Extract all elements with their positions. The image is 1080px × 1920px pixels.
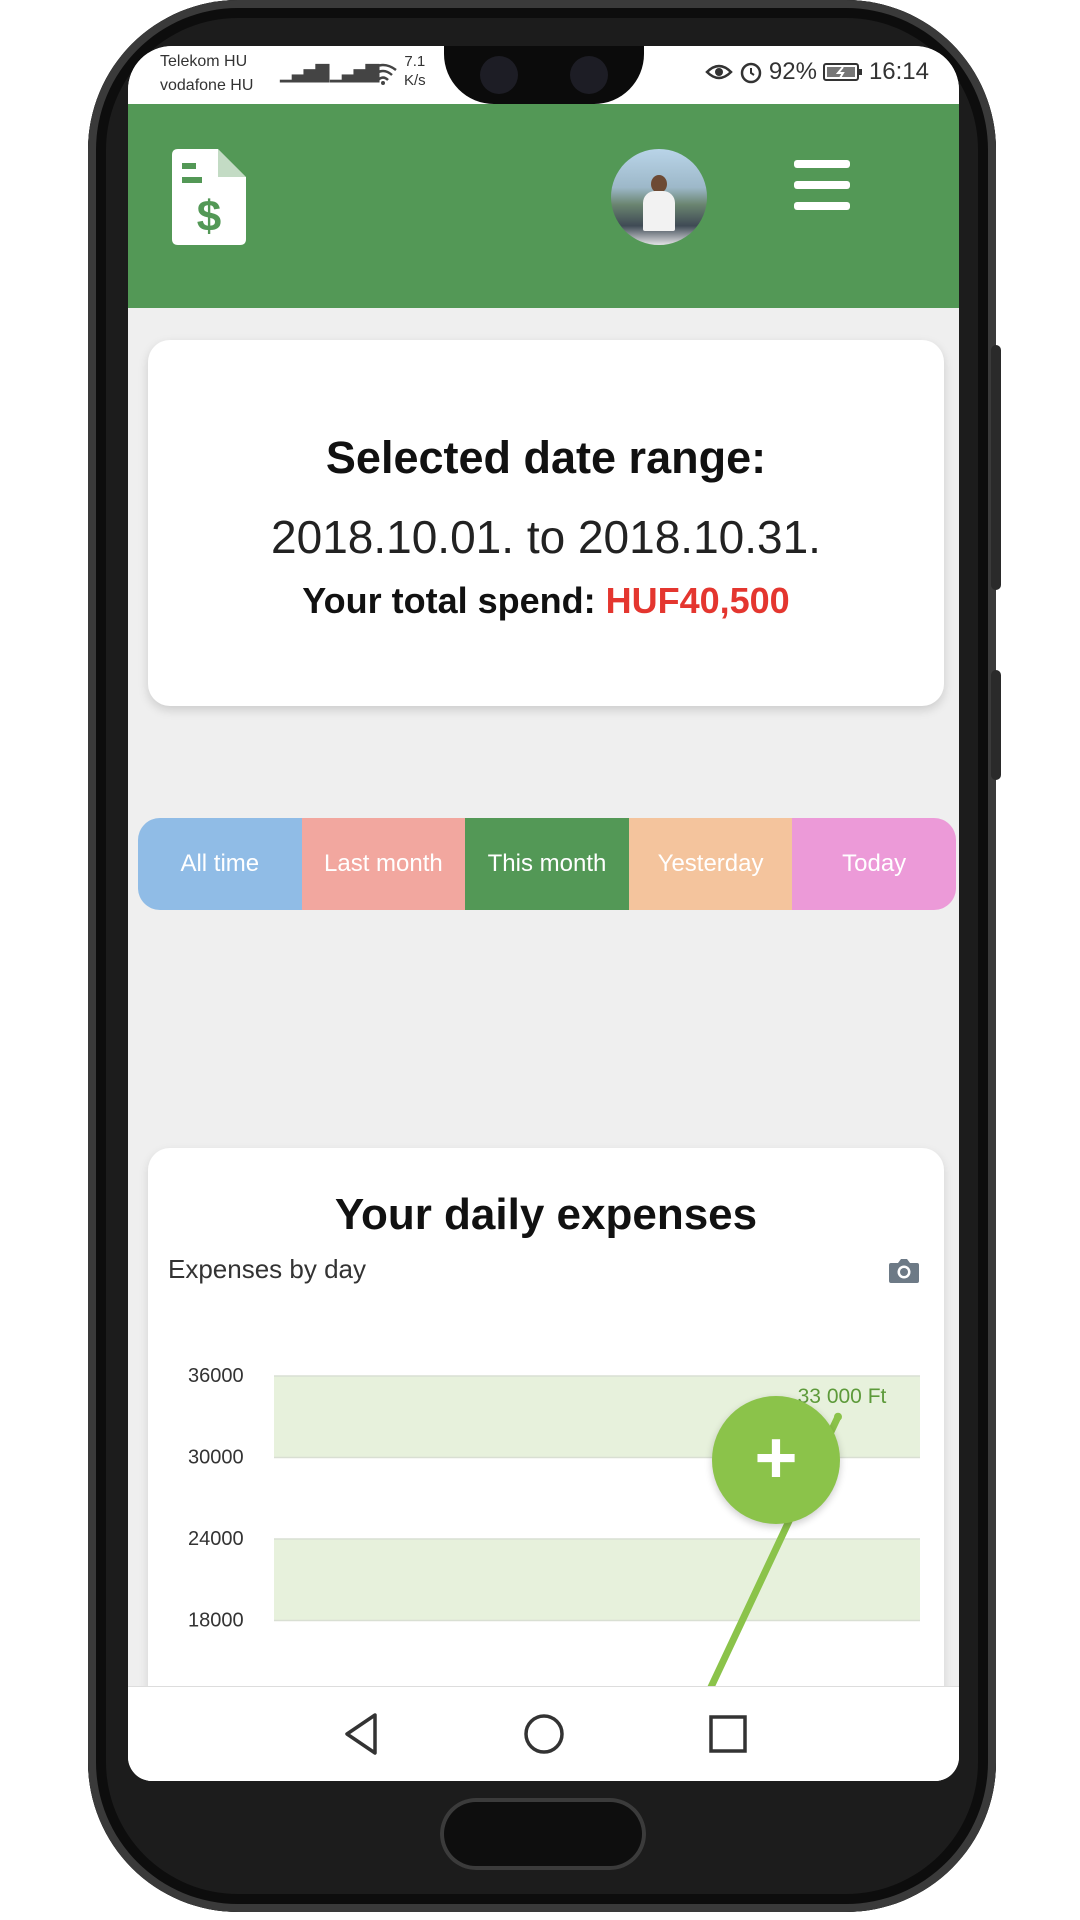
date-range-value: 2018.10.01. to 2018.10.31.	[271, 511, 821, 563]
carriers: Telekom HU vodafone HU	[160, 50, 253, 98]
y-tick-label: 30000	[188, 1447, 244, 1469]
total-spend-label: Your total spend:	[302, 580, 606, 621]
user-avatar[interactable]	[611, 149, 707, 245]
network-speed: 7.1 K/s	[404, 52, 426, 90]
total-spend-value: HUF40,500	[605, 580, 790, 621]
signal-icon: ▁▃▅▇	[280, 62, 329, 82]
phone-screen: Telekom HU vodafone HU ▁▃▅▇ ▁▃▅▇ 7.1 K/s…	[128, 46, 959, 1781]
clock: 16:14	[868, 58, 929, 85]
date-range-card: Selected date range: 2018.10.01. to 2018…	[148, 340, 944, 706]
y-tick-label: 24000	[188, 1528, 244, 1550]
tab-yesterday[interactable]: Yesterday	[628, 818, 793, 910]
carrier-2: vodafone HU	[160, 77, 254, 94]
recents-square-icon[interactable]	[703, 1709, 753, 1759]
front-camera	[480, 56, 518, 94]
volume-button	[991, 345, 1001, 590]
tab-last-month[interactable]: Last month	[301, 818, 466, 910]
speed-value: 7.1	[404, 53, 426, 70]
svg-text:$: $	[197, 192, 221, 241]
date-range-heading: Selected date range:	[325, 432, 767, 483]
tab-this-month[interactable]: This month	[465, 818, 629, 910]
front-camera	[570, 56, 608, 94]
expenses-line-chart: 360003000024000180001200033 000 Ft	[188, 1365, 920, 1713]
hamburger-menu-icon[interactable]	[794, 160, 850, 210]
camera-notch	[444, 46, 644, 104]
carrier-1: Telekom HU	[160, 53, 248, 70]
y-tick-label: 18000	[188, 1610, 244, 1632]
y-tick-label: 36000	[188, 1365, 244, 1387]
eye-icon	[705, 64, 733, 80]
status-right: 92% 16:14	[705, 58, 929, 86]
data-label: 33 000 Ft	[798, 1385, 887, 1408]
wifi-icon	[369, 63, 397, 85]
app-header: $	[128, 104, 959, 308]
total-spend: Your total spend: HUF40,500	[148, 580, 944, 622]
battery-percent: 92%	[768, 58, 817, 85]
camera-icon[interactable]	[888, 1256, 920, 1284]
chart-band	[274, 1539, 920, 1621]
home-circle-icon[interactable]	[519, 1709, 569, 1759]
alarm-icon	[740, 62, 762, 84]
power-button	[991, 670, 1001, 780]
system-nav-bar	[128, 1686, 959, 1781]
hardware-home-button[interactable]	[440, 1798, 646, 1870]
data-point	[834, 1412, 842, 1421]
receipt-dollar-icon[interactable]: $	[172, 149, 246, 245]
back-triangle-icon[interactable]	[337, 1709, 387, 1759]
add-expense-button[interactable]: +	[712, 1396, 840, 1524]
chart-subtitle: Expenses by day	[168, 1254, 367, 1284]
speed-unit: K/s	[404, 72, 426, 89]
range-tabs: All time Last month This month Yesterday…	[138, 818, 956, 910]
plus-icon: +	[754, 1416, 798, 1499]
avatar-body	[643, 191, 675, 231]
daily-expenses-heading: Your daily expenses	[334, 1190, 758, 1239]
tab-today[interactable]: Today	[792, 818, 956, 910]
battery-icon	[822, 63, 862, 81]
tab-all-time[interactable]: All time	[138, 818, 302, 910]
